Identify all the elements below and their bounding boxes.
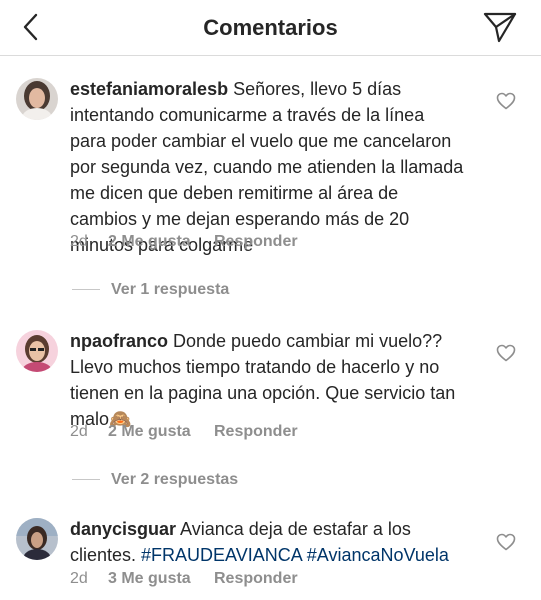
- comment-time: 2d: [70, 423, 88, 440]
- share-button[interactable]: [483, 11, 517, 43]
- reply-button[interactable]: Responder: [214, 232, 298, 252]
- comment-likes[interactable]: 3 Me gusta: [108, 569, 214, 589]
- header-bar: Comentarios: [0, 0, 541, 56]
- comment-time: 2d: [70, 570, 88, 587]
- view-replies-button[interactable]: Ver 1 respuesta: [72, 280, 229, 300]
- comment-likes[interactable]: 2 Me gusta: [108, 422, 214, 442]
- view-replies-label: Ver 1 respuesta: [111, 281, 230, 298]
- view-replies-button[interactable]: Ver 2 respuestas: [72, 470, 238, 490]
- comment-username[interactable]: danycisguar: [70, 519, 176, 539]
- avatar[interactable]: [16, 518, 58, 560]
- view-replies-label: Ver 2 respuestas: [111, 471, 239, 488]
- comment-time: 2d: [70, 233, 88, 250]
- comment-username[interactable]: estefaniamoralesb: [70, 79, 228, 99]
- comment-meta: 2d 2 Me gusta Responder: [70, 232, 298, 252]
- comment-body: Señores, llevo 5 días intentando comunic…: [70, 79, 464, 255]
- replies-divider: [72, 289, 100, 291]
- like-button[interactable]: [496, 533, 516, 551]
- comment-text: danycisguar Avianca deja de estafar a lo…: [70, 516, 465, 568]
- page-title: Comentarios: [203, 15, 338, 40]
- comment-username[interactable]: npaofranco: [70, 331, 168, 351]
- comment-text: estefaniamoralesb Señores, llevo 5 días …: [70, 76, 465, 258]
- heart-icon: [496, 533, 516, 551]
- like-button[interactable]: [496, 344, 516, 362]
- replies-divider: [72, 479, 100, 481]
- heart-icon: [496, 92, 516, 110]
- avatar[interactable]: [16, 330, 58, 372]
- comment-meta: 2d 2 Me gusta Responder: [70, 422, 298, 442]
- comment-meta: 2d 3 Me gusta Responder: [70, 569, 298, 589]
- paper-plane-icon: [483, 12, 517, 43]
- like-button[interactable]: [496, 92, 516, 110]
- comment-likes[interactable]: 2 Me gusta: [108, 232, 214, 252]
- hashtag-link[interactable]: #FRAUDEAVIANCA: [141, 545, 302, 565]
- reply-button[interactable]: Responder: [214, 569, 298, 589]
- avatar[interactable]: [16, 78, 58, 120]
- comment-text: npaofranco Donde puedo cambiar mi vuelo?…: [70, 328, 465, 432]
- hashtag-link[interactable]: #AviancaNoVuela: [307, 545, 449, 565]
- heart-icon: [496, 344, 516, 362]
- reply-button[interactable]: Responder: [214, 422, 298, 442]
